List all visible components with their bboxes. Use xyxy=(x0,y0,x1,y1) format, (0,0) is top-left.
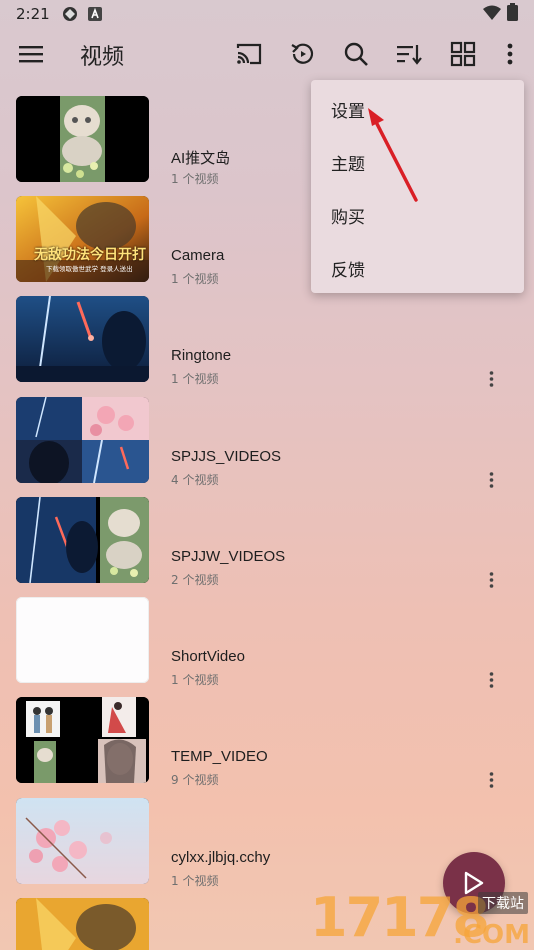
folder-name: ShortVideo xyxy=(171,648,245,665)
folder-thumbnail xyxy=(16,798,149,884)
vpn-icon xyxy=(62,6,78,22)
folder-item[interactable]: TEMP_VIDEO 9 个视频 xyxy=(0,697,534,788)
watermark-logo: 17178 下载站 .COM xyxy=(306,884,534,950)
thumbnail-banner-subtitle: 下载领取傲世武学 登录人送出 xyxy=(46,265,133,273)
more-vert-icon[interactable] xyxy=(480,368,502,390)
folder-item[interactable]: SPJJS_VIDEOS 4 个视频 xyxy=(0,397,534,488)
search-icon[interactable] xyxy=(340,38,372,70)
folder-thumbnail xyxy=(16,697,149,783)
wifi-icon xyxy=(483,5,501,24)
folder-count: 1 个视频 xyxy=(171,172,219,186)
folder-name: SPJJS_VIDEOS xyxy=(171,448,282,465)
more-vert-icon[interactable] xyxy=(494,38,526,70)
status-time: 2:21 xyxy=(16,5,50,23)
folder-name: AI推文岛 xyxy=(171,150,231,167)
folder-name: TEMP_VIDEO xyxy=(171,748,268,765)
page-title: 视频 xyxy=(80,45,125,70)
folder-item[interactable]: SPJJW_VIDEOS 2 个视频 xyxy=(0,497,534,588)
thumbnail-banner-title: 无敌功法今日开打 xyxy=(34,247,146,263)
folder-thumbnail: 无敌功法今日开打 下载领取傲世武学 登录人送出 xyxy=(16,196,149,282)
watermark-site: 下载站 xyxy=(478,892,528,914)
folder-item[interactable]: Ringtone 1 个视频 xyxy=(0,296,534,387)
folder-count: 2 个视频 xyxy=(171,573,219,587)
status-bar: 2:21 xyxy=(0,0,534,28)
more-vert-icon[interactable] xyxy=(480,569,502,591)
folder-count: 1 个视频 xyxy=(171,272,219,286)
cast-icon[interactable] xyxy=(233,38,265,70)
folder-thumbnail xyxy=(16,296,149,382)
status-right xyxy=(483,3,518,25)
folder-count: 1 个视频 xyxy=(171,673,219,687)
app-bar: 视频 xyxy=(0,28,534,80)
menu-item-purchase[interactable]: 购买 xyxy=(331,203,365,228)
folder-count: 9 个视频 xyxy=(171,773,219,787)
folder-item[interactable]: ShortVideo 1 个视频 xyxy=(0,597,534,688)
more-vert-icon[interactable] xyxy=(480,669,502,691)
folder-thumbnail xyxy=(16,397,149,483)
annotation-arrow-icon xyxy=(368,108,418,202)
folder-thumbnail xyxy=(16,898,149,950)
history-icon[interactable] xyxy=(287,38,319,70)
folder-count: 1 个视频 xyxy=(171,874,219,888)
folder-count: 1 个视频 xyxy=(171,372,219,386)
notification-app-icon xyxy=(87,7,102,21)
grid-view-icon[interactable] xyxy=(447,38,479,70)
folder-thumbnail xyxy=(16,597,149,683)
folder-name: cylxx.jlbjq.cchy xyxy=(171,849,271,866)
folder-count: 4 个视频 xyxy=(171,473,219,487)
battery-icon xyxy=(507,3,518,25)
menu-item-feedback[interactable]: 反馈 xyxy=(331,256,365,281)
watermark-suffix: .COM xyxy=(453,920,530,950)
folder-name: SPJJW_VIDEOS xyxy=(171,548,286,565)
more-vert-icon[interactable] xyxy=(480,469,502,491)
folder-thumbnail xyxy=(16,96,149,182)
sort-icon[interactable] xyxy=(393,38,425,70)
folder-name: Ringtone xyxy=(171,347,232,364)
more-vert-icon[interactable] xyxy=(480,769,502,791)
hamburger-menu-icon[interactable] xyxy=(16,40,46,68)
folder-name: Camera xyxy=(171,247,225,264)
folder-thumbnail xyxy=(16,497,149,583)
